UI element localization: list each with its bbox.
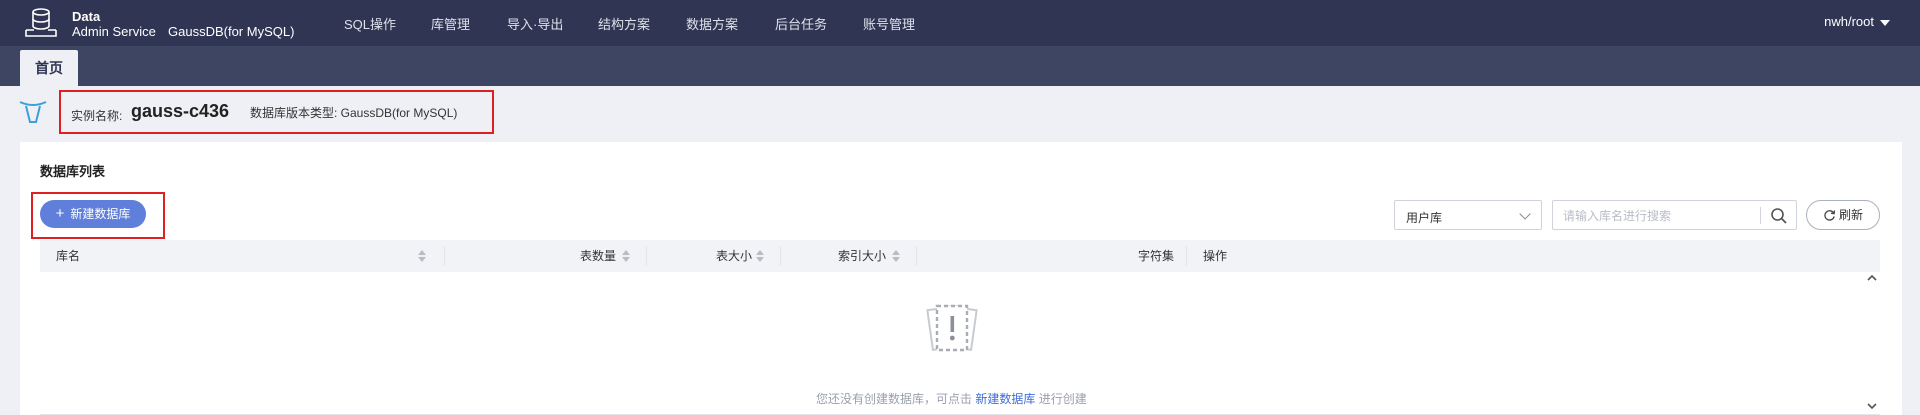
instance-name: gauss-c436 [131,101,230,121]
nav-account-management[interactable]: 账号管理 [863,14,915,33]
column-divider [444,246,445,266]
caret-down-icon [1880,19,1890,26]
nav-schema-plans[interactable]: 结构方案 [598,14,650,33]
empty-state-text-after: 进行创建 [1035,392,1087,406]
empty-state-message: 您还没有创建数据库，可点击 新建数据库 进行创建 [816,390,1087,407]
nav-sql-operations[interactable]: SQL操作 [344,14,396,33]
scroll-up-icon[interactable] [1866,272,1878,284]
table-header: 库名 表数量 表大小 索引大小 字符集 操作 [40,240,1880,272]
engine-name: GaussDB(for MySQL) [168,24,295,39]
nav-import-export[interactable]: 导入·导出 [507,14,563,33]
search-divider [1760,207,1761,224]
column-header-table-count[interactable]: 表数量 [580,240,616,272]
refresh-button[interactable]: 刷新 [1806,200,1880,230]
empty-state-text-before: 您还没有创建数据库，可点击 [816,392,976,406]
refresh-icon [1824,210,1836,221]
database-type-select[interactable]: 用户库 [1394,200,1542,230]
sort-icon[interactable] [418,248,426,264]
instance-name-label: 实例名称: [71,109,123,123]
column-divider [780,246,781,266]
database-type-value: 用户库 [1406,211,1443,225]
column-header-table-size[interactable]: 表大小 [716,240,752,272]
database-logo-icon [25,8,57,37]
sort-icon[interactable] [622,248,630,264]
column-header-index-size[interactable]: 索引大小 [838,240,886,272]
column-divider [646,246,647,266]
instance-icon [19,101,47,123]
create-database-label: 新建数据库 [70,207,131,221]
scroll-down-icon[interactable] [1866,400,1878,412]
column-header-charset: 字符集 [1138,249,1175,263]
brand-subtitle: Admin Service [72,24,156,39]
user-menu[interactable]: nwh/root [1824,14,1890,29]
create-database-link[interactable]: 新建数据库 [975,392,1035,406]
user-name: nwh/root [1824,14,1874,29]
brand-title: Data [72,9,101,24]
nav-background-tasks[interactable]: 后台任务 [775,14,827,33]
nav-data-plans[interactable]: 数据方案 [686,14,738,33]
database-search [1552,200,1797,230]
tab-strip: 首页 [0,46,1920,86]
plus-icon: + [55,205,65,222]
column-divider [916,246,917,266]
chevron-down-icon [1519,208,1531,220]
search-icon[interactable] [1769,206,1789,226]
refresh-label: 刷新 [1838,208,1863,222]
instance-type: 数据库版本类型: GaussDB(for MySQL) [250,106,458,120]
empty-warning-icon [926,304,978,352]
tab-home[interactable]: 首页 [20,50,78,86]
top-navigation-bar: Data Admin Service GaussDB(for MySQL) SQ… [0,0,1920,46]
create-database-button[interactable]: + 新建数据库 [40,200,146,228]
sort-icon[interactable] [892,248,900,264]
search-input[interactable] [1563,207,1753,224]
database-list-title: 数据库列表 [40,164,106,179]
column-header-actions: 操作 [1203,249,1228,263]
column-header-name[interactable]: 库名 [56,240,80,272]
column-divider [1186,246,1187,266]
nav-database-management[interactable]: 库管理 [431,14,470,33]
sort-icon[interactable] [756,248,764,264]
